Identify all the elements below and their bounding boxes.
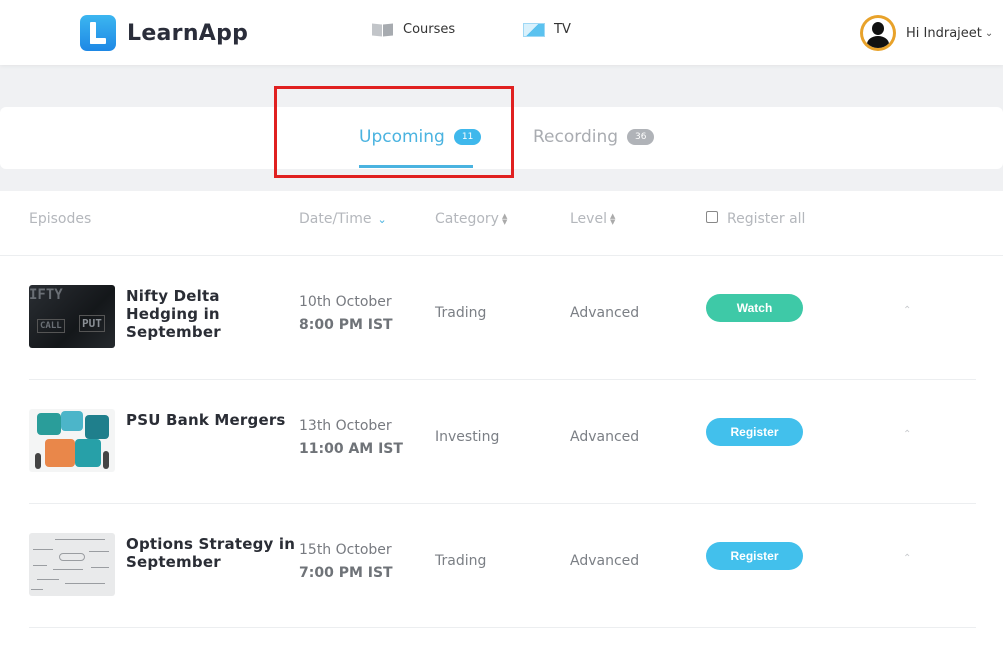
nav-courses[interactable]: Courses [372, 22, 455, 37]
expand-caret-icon[interactable]: ⌃ [903, 429, 911, 440]
highlight-annotation-box [274, 86, 514, 178]
episode-title[interactable]: PSU Bank Mergers [126, 411, 296, 429]
sort-icon: ▲ ▼ [501, 212, 508, 226]
nav-tv-label: TV [554, 22, 571, 37]
episode-time: 7:00 PM IST [299, 565, 393, 581]
header-episodes-label: Episodes [29, 211, 92, 227]
episode-thumbnail: IFTY CALL PUT [29, 285, 115, 348]
episodes-table: Episodes Date/Time ⌄ Category ▲ ▼ Level ▲… [0, 191, 1003, 647]
watch-button[interactable]: Watch [706, 294, 803, 322]
expand-caret-icon[interactable]: ⌃ [903, 305, 911, 316]
episode-date: 13th October [299, 418, 392, 434]
header-date-sort[interactable]: Date/Time ⌄ [299, 211, 387, 227]
sort-icon: ▲ ▼ [609, 212, 616, 226]
header-episodes: Episodes [29, 211, 91, 227]
register-all-label: Register all [727, 211, 806, 227]
tab-recording-label: Recording [533, 127, 619, 147]
tv-icon [523, 22, 545, 37]
register-button[interactable]: Register [706, 418, 803, 446]
episode-level: Advanced [570, 305, 640, 321]
episode-category: Trading [435, 553, 487, 569]
nav-tv[interactable]: TV [523, 22, 571, 37]
episode-time: 8:00 PM IST [299, 317, 393, 333]
tab-recording[interactable]: Recording 36 [533, 127, 655, 147]
episode-thumbnail [29, 533, 115, 596]
register-button[interactable]: Register [706, 542, 803, 570]
episode-category: Investing [435, 429, 500, 445]
avatar [860, 15, 896, 51]
episode-date: 10th October [299, 294, 392, 310]
user-menu[interactable]: Hi Indrajeet ⌄ [860, 15, 993, 51]
book-icon [372, 22, 394, 37]
expand-caret-icon[interactable]: ⌃ [903, 553, 911, 564]
header-date-label: Date/Time [299, 211, 372, 227]
header-level-sort[interactable]: Level ▲ ▼ [570, 211, 615, 227]
chevron-down-icon: ⌄ [984, 27, 994, 39]
episode-level: Advanced [570, 553, 640, 569]
app-logo[interactable]: LearnApp [80, 15, 248, 51]
episode-level: Advanced [570, 429, 640, 445]
register-all-toggle[interactable]: Register all [706, 211, 805, 227]
episode-date: 15th October [299, 542, 392, 558]
register-all-checkbox[interactable] [706, 211, 718, 223]
episode-category: Trading [435, 305, 487, 321]
header-level-label: Level [570, 211, 607, 227]
user-greeting: Hi Indrajeet [906, 25, 982, 41]
table-row[interactable]: IFTY CALL PUT Nifty Delta Hedging in Sep… [29, 256, 976, 380]
header-category-sort[interactable]: Category ▲ ▼ [435, 211, 507, 227]
recording-count-badge: 36 [627, 129, 655, 145]
table-row[interactable]: PSU Bank Mergers 13th October 11:00 AM I… [29, 380, 976, 504]
header-category-label: Category [435, 211, 499, 227]
episode-title[interactable]: Nifty Delta Hedging in September [126, 287, 296, 341]
learnapp-logo-icon [80, 15, 116, 51]
nav-courses-label: Courses [403, 22, 456, 37]
top-header: LearnApp Courses TV Hi Indrajeet ⌄ [0, 0, 1003, 65]
table-row[interactable]: Options Strategy in September 15th Octob… [29, 504, 976, 628]
episode-time: 11:00 AM IST [299, 441, 403, 457]
chevron-down-icon: ⌄ [377, 212, 387, 226]
app-name: LearnApp [127, 20, 249, 46]
episode-title[interactable]: Options Strategy in September [126, 535, 296, 571]
episode-thumbnail [29, 409, 115, 472]
